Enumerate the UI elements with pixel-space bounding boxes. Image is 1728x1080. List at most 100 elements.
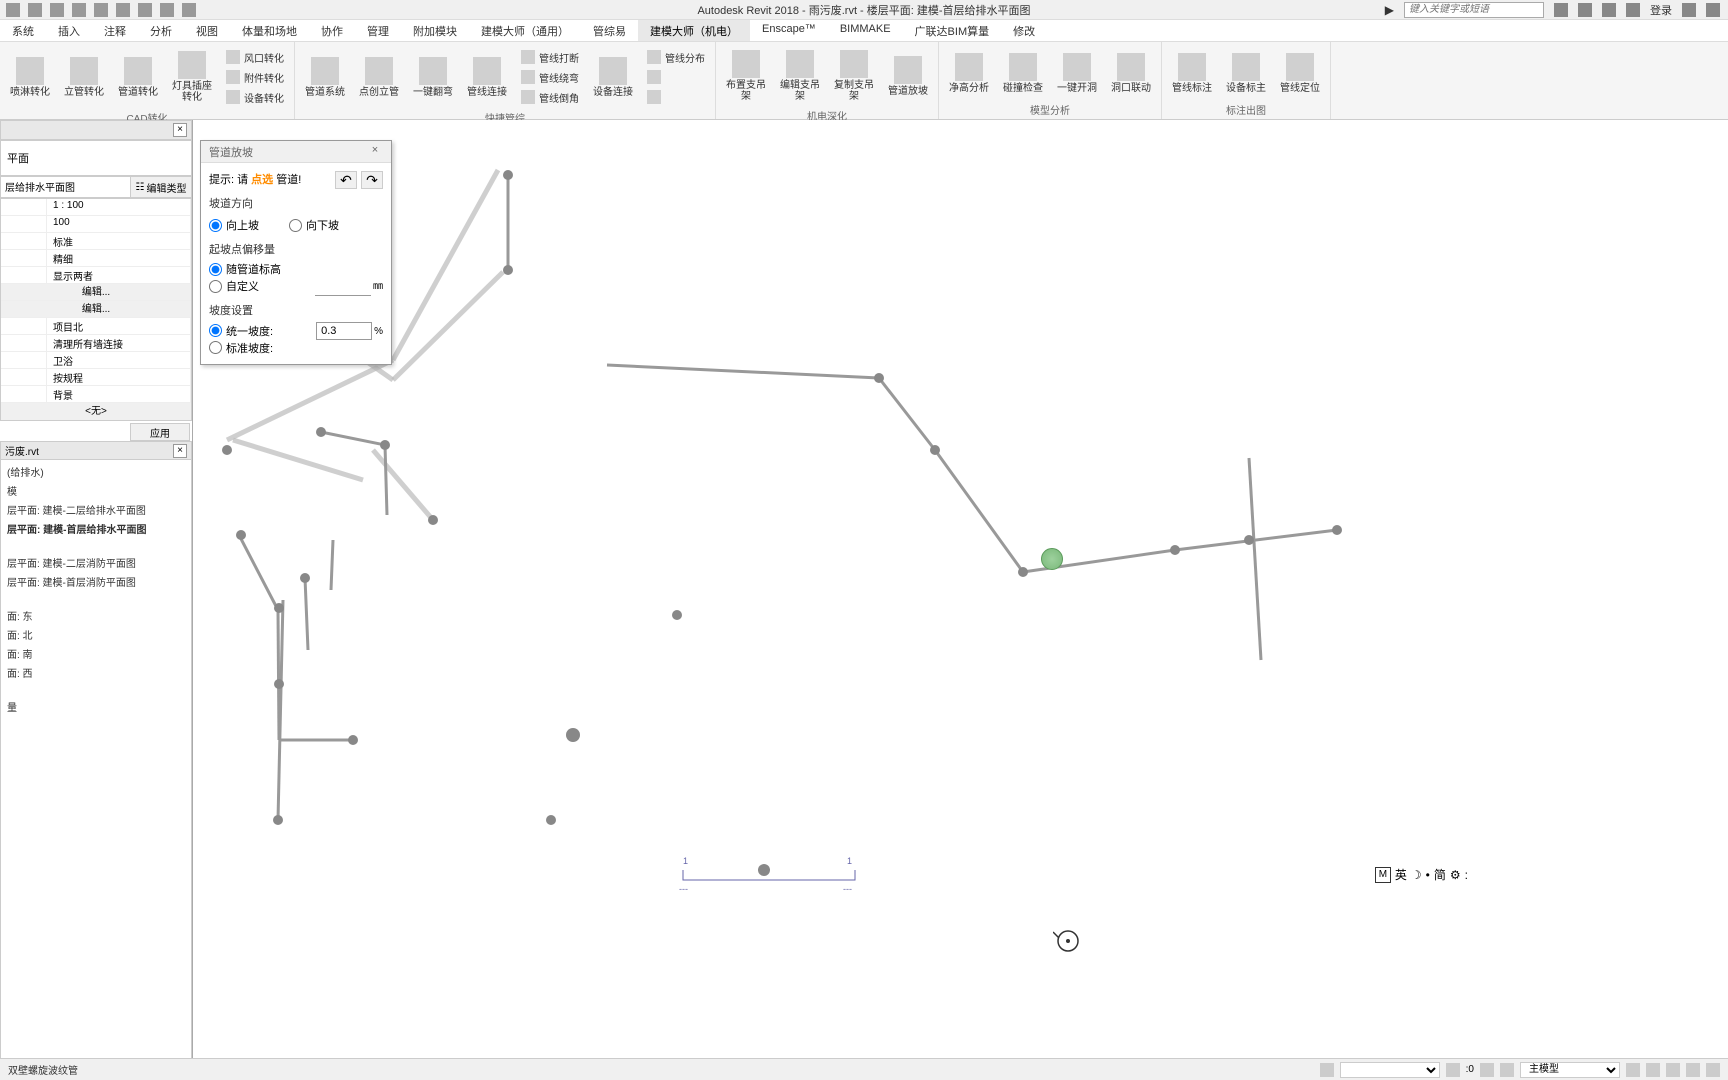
- tree-item[interactable]: [3, 591, 189, 606]
- radio-standard[interactable]: 标准坡度:: [209, 340, 383, 356]
- ribbon-small-button[interactable]: [643, 68, 709, 86]
- status-icon[interactable]: [1500, 1063, 1514, 1077]
- tree-item[interactable]: 层平面: 建模-首层消防平面图: [3, 572, 189, 591]
- tree-item[interactable]: 层平面: 建模-首层给排水平面图: [3, 519, 189, 538]
- tree-item[interactable]: 层平面: 建模-二层消防平面图: [3, 553, 189, 572]
- ime-indicator[interactable]: M 英 ☽ • 简 ⚙ :: [1375, 866, 1468, 883]
- tree-item[interactable]: [3, 682, 189, 697]
- ribbon-small-button[interactable]: 管线倒角: [517, 88, 583, 106]
- apply-button[interactable]: 应用: [130, 423, 190, 441]
- property-row[interactable]: 精细: [1, 250, 191, 267]
- ribbon-button[interactable]: 洞口联动: [1105, 49, 1157, 98]
- view-type-selector[interactable]: 平面: [0, 140, 192, 176]
- ribbon-button[interactable]: 立管转化: [58, 53, 110, 102]
- property-row[interactable]: 100: [1, 216, 191, 233]
- tree-item[interactable]: 面: 南: [3, 644, 189, 663]
- ribbon-button[interactable]: 碰撞检查: [997, 49, 1049, 98]
- ribbon-tab[interactable]: 修改: [1001, 20, 1047, 41]
- search-icon[interactable]: [1554, 3, 1568, 17]
- ribbon-button[interactable]: 灯具插座转化: [166, 47, 218, 107]
- status-icon[interactable]: [1626, 1063, 1640, 1077]
- custom-offset-input[interactable]: [315, 278, 371, 296]
- ribbon-button[interactable]: 管线定位: [1274, 49, 1326, 98]
- ribbon-tab[interactable]: 建模大师（机电）: [638, 20, 750, 41]
- ribbon-button[interactable]: 管道系统: [299, 53, 351, 102]
- ribbon-tab[interactable]: 注释: [92, 20, 138, 41]
- ribbon-button[interactable]: 净高分析: [943, 49, 995, 98]
- ribbon-tab[interactable]: 插入: [46, 20, 92, 41]
- edit-button[interactable]: 编辑...: [1, 284, 191, 301]
- dialog-titlebar[interactable]: 管道放坡 ×: [201, 141, 391, 163]
- compass-icon[interactable]: [1053, 926, 1083, 956]
- ime-mode[interactable]: M: [1375, 867, 1391, 883]
- search-input[interactable]: [1404, 2, 1544, 18]
- selection-dropdown[interactable]: [1340, 1062, 1440, 1078]
- close-icon[interactable]: ×: [367, 144, 383, 160]
- none-row[interactable]: <无>: [1, 403, 191, 420]
- ribbon-button[interactable]: 管道转化: [112, 53, 164, 102]
- property-row[interactable]: 卫浴: [1, 352, 191, 369]
- tree-item[interactable]: 面: 北: [3, 625, 189, 644]
- user-icon[interactable]: [1578, 3, 1592, 17]
- tree-item[interactable]: 模: [3, 481, 189, 500]
- ribbon-button[interactable]: 管道放坡: [882, 52, 934, 101]
- radio-unified[interactable]: 统一坡度: %: [209, 322, 383, 340]
- view-canvas[interactable]: 1 1 --- --- M 英 ☽ • 简 ⚙ :: [192, 120, 1728, 1076]
- ribbon-tab[interactable]: 视图: [184, 20, 230, 41]
- qat-icon[interactable]: [116, 3, 130, 17]
- type-dropdown[interactable]: 层给排水平面图: [1, 177, 131, 197]
- qat-icon[interactable]: [50, 3, 64, 17]
- close-icon[interactable]: ×: [173, 123, 187, 137]
- tree-item[interactable]: 面: 西: [3, 663, 189, 682]
- ribbon-small-button[interactable]: 附件转化: [222, 68, 288, 86]
- ribbon-button[interactable]: 喷淋转化: [4, 53, 56, 102]
- status-icon[interactable]: [1666, 1063, 1680, 1077]
- login-link[interactable]: 登录: [1650, 2, 1672, 18]
- prev-button[interactable]: ↶: [335, 171, 357, 189]
- property-row[interactable]: 按规程: [1, 369, 191, 386]
- qat-icon[interactable]: [72, 3, 86, 17]
- status-icon[interactable]: [1446, 1063, 1460, 1077]
- status-icon[interactable]: [1320, 1063, 1334, 1077]
- ribbon-tab[interactable]: 建模大师（通用）: [469, 20, 581, 41]
- status-icon[interactable]: [1646, 1063, 1660, 1077]
- qat-icon[interactable]: [28, 3, 42, 17]
- exchange-icon[interactable]: [1682, 3, 1696, 17]
- ribbon-button[interactable]: 管线连接: [461, 53, 513, 102]
- ribbon-button[interactable]: 一键翻弯: [407, 53, 459, 102]
- ribbon-button[interactable]: 一键开洞: [1051, 49, 1103, 98]
- qat-icon[interactable]: [182, 3, 196, 17]
- qat-icon[interactable]: [160, 3, 174, 17]
- ribbon-button[interactable]: 设备标主: [1220, 49, 1272, 98]
- ribbon-tab[interactable]: 附加模块: [401, 20, 469, 41]
- person-icon[interactable]: [1626, 3, 1640, 17]
- ribbon-tab[interactable]: BIMMAKE: [828, 20, 903, 41]
- status-icon[interactable]: [1480, 1063, 1494, 1077]
- edit-button[interactable]: 编辑...: [1, 301, 191, 318]
- tree-item[interactable]: [3, 538, 189, 553]
- ribbon-button[interactable]: 编辑支吊架: [774, 46, 826, 106]
- property-row[interactable]: 项目北: [1, 318, 191, 335]
- qat-icon[interactable]: [6, 3, 20, 17]
- close-icon[interactable]: ×: [173, 444, 187, 458]
- ribbon-tab[interactable]: 管综易: [581, 20, 638, 41]
- next-button[interactable]: ↷: [361, 171, 383, 189]
- ime-gear-icon[interactable]: ⚙: [1450, 868, 1461, 882]
- ribbon-small-button[interactable]: 管线打断: [517, 48, 583, 66]
- property-row[interactable]: 显示两者: [1, 267, 191, 284]
- ime-simp[interactable]: 简: [1434, 866, 1446, 883]
- model-dropdown[interactable]: 主模型: [1520, 1062, 1620, 1078]
- ribbon-small-button[interactable]: 设备转化: [222, 88, 288, 106]
- ribbon-tab[interactable]: 协作: [309, 20, 355, 41]
- property-row[interactable]: 背景: [1, 386, 191, 403]
- ribbon-small-button[interactable]: 风口转化: [222, 48, 288, 66]
- property-row[interactable]: 1 : 100: [1, 199, 191, 216]
- star-icon[interactable]: [1602, 3, 1616, 17]
- edit-type-button[interactable]: ☷编辑类型: [131, 177, 191, 197]
- qat-icon[interactable]: [94, 3, 108, 17]
- ribbon-tab[interactable]: 系统: [0, 20, 46, 41]
- slope-input[interactable]: [316, 322, 372, 340]
- ribbon-button[interactable]: 设备连接: [587, 53, 639, 102]
- tree-item[interactable]: 量: [3, 697, 189, 716]
- tree-item[interactable]: 面: 东: [3, 606, 189, 625]
